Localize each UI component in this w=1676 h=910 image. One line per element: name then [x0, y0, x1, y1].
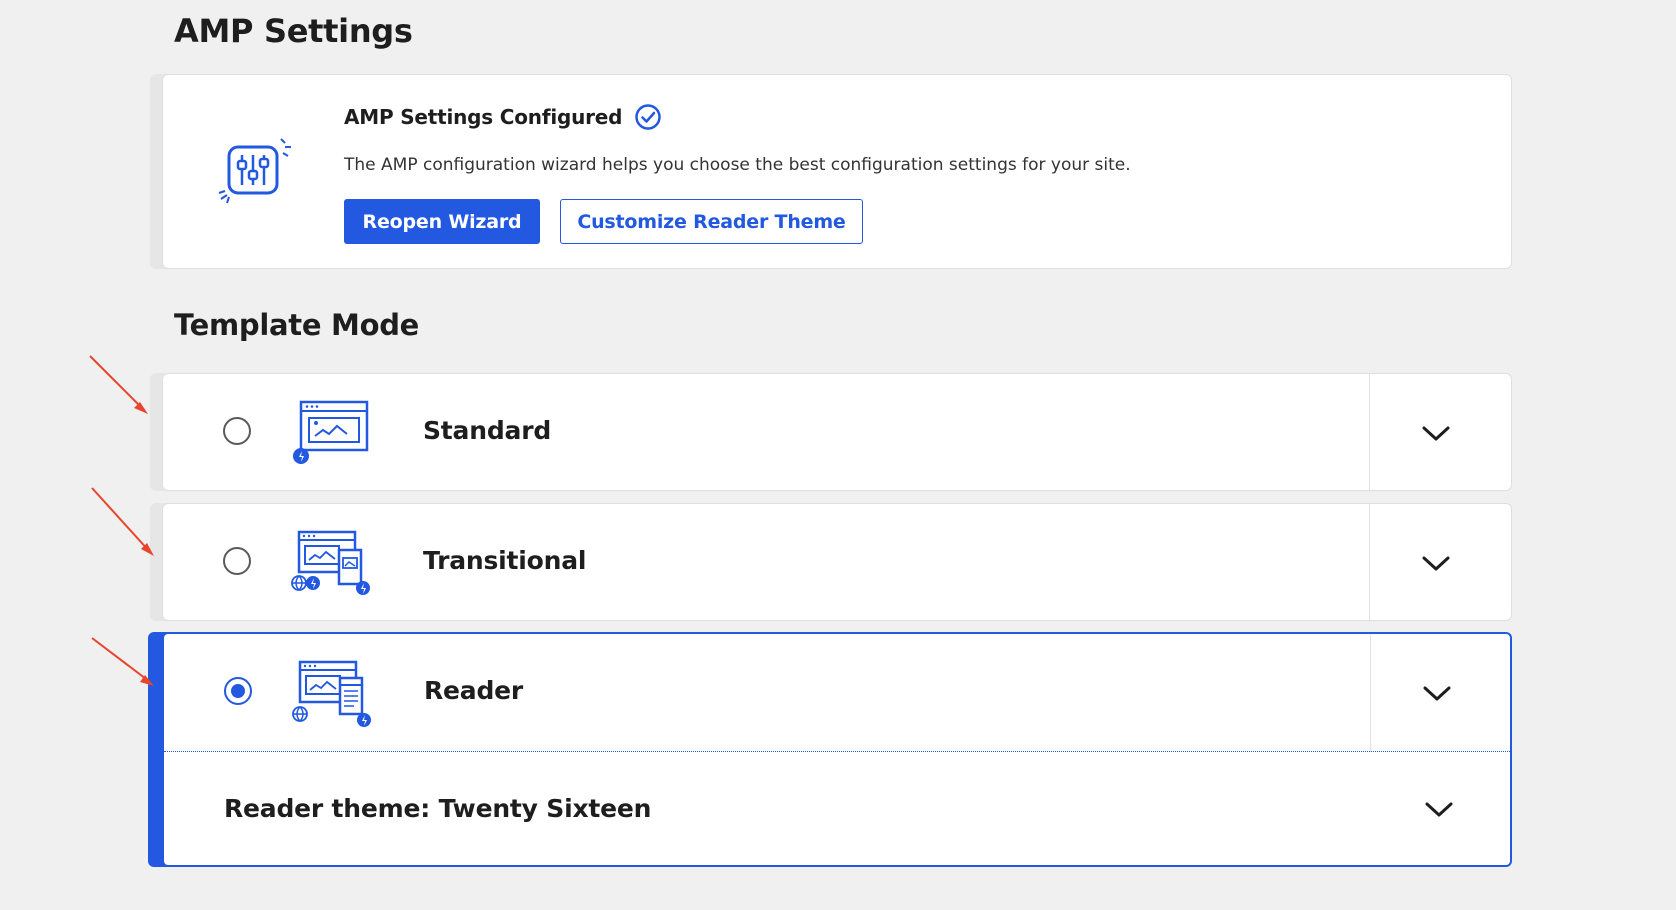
mode-label-reader: Reader — [424, 676, 524, 705]
standard-radio[interactable] — [223, 417, 251, 445]
config-description: The AMP configuration wizard helps you c… — [344, 155, 1131, 175]
customize-reader-theme-button[interactable]: Customize Reader Theme — [560, 199, 863, 244]
reader-theme-label: Reader theme: Twenty Sixteen — [224, 794, 652, 823]
mode-divider — [1369, 374, 1370, 492]
reopen-wizard-button[interactable]: Reopen Wizard — [344, 199, 540, 244]
reader-mode-icon — [292, 660, 371, 727]
config-heading: AMP Settings Configured — [344, 103, 662, 131]
transitional-radio[interactable] — [223, 547, 251, 575]
config-card: AMP Settings Configured The AMP configur… — [162, 74, 1512, 269]
annotation-arrow — [91, 637, 154, 686]
template-mode-title: Template Mode — [174, 308, 420, 342]
mode-divider — [1369, 504, 1370, 622]
reader-radio[interactable] — [224, 677, 252, 705]
mode-label-transitional: Transitional — [423, 546, 587, 575]
annotation-arrow — [91, 487, 154, 556]
mode-option-transitional[interactable]: Transitional — [162, 503, 1512, 622]
chevron-down-icon[interactable] — [1419, 416, 1453, 450]
transitional-mode-icon — [291, 530, 370, 595]
annotation-arrow — [89, 355, 148, 414]
settings-sliders-icon — [218, 138, 291, 204]
chevron-down-icon[interactable] — [1422, 792, 1456, 826]
chevron-down-icon[interactable] — [1419, 546, 1453, 580]
reader-separator — [164, 751, 1510, 752]
chevron-down-icon[interactable] — [1420, 676, 1454, 710]
mode-option-standard[interactable]: Standard — [162, 373, 1512, 492]
mode-option-reader[interactable]: Reader Reader theme: Twenty Sixteen — [162, 632, 1512, 867]
standard-mode-icon — [293, 400, 369, 464]
mode-label-standard: Standard — [423, 416, 552, 445]
page-title: AMP Settings — [174, 12, 413, 50]
config-heading-text: AMP Settings Configured — [344, 105, 623, 129]
check-circle-icon — [635, 104, 662, 130]
mode-divider — [1370, 634, 1371, 752]
